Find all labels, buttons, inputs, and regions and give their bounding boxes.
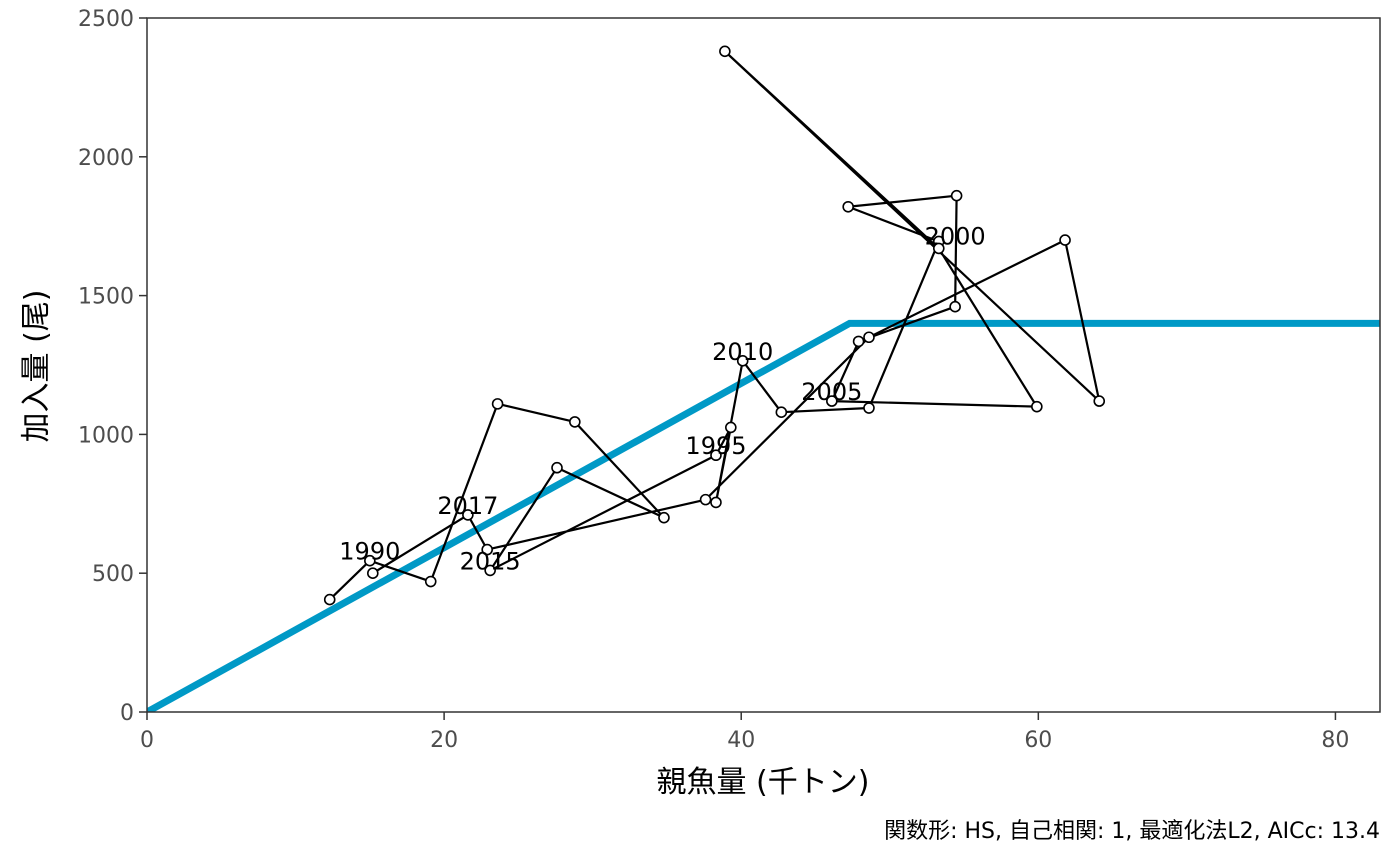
year-label: 2005	[801, 378, 862, 406]
data-point	[1059, 234, 1071, 246]
y-tick-label: 1000	[78, 423, 134, 448]
x-tick-label: 0	[140, 728, 154, 753]
data-point	[1031, 400, 1043, 413]
data-point	[367, 567, 379, 580]
x-tick-label: 20	[430, 728, 458, 753]
year-label: 2010	[712, 338, 773, 366]
year-label: 2017	[437, 492, 498, 520]
data-point	[725, 421, 737, 434]
data-point	[775, 406, 788, 418]
x-tick-label: 40	[727, 728, 755, 753]
fit-line-layer	[147, 319, 1380, 712]
year-label: 1995	[685, 432, 746, 460]
x-axis-title: 親魚量 (千トン)	[657, 765, 870, 800]
x-tick-label: 60	[1024, 728, 1052, 753]
y-tick-label: 2000	[78, 146, 134, 171]
data-point	[1093, 395, 1106, 407]
data-point	[699, 493, 712, 506]
year-label: 2015	[460, 547, 521, 575]
stock-recruitment-chart: 1990 1995 2000 2005 2010 2015 2017 0 20 40 60 80 0 5…	[19, 7, 1381, 844]
data-point	[842, 200, 854, 213]
data-point	[424, 575, 437, 588]
data-point	[863, 402, 875, 414]
data-point	[863, 331, 875, 344]
data-point	[719, 45, 731, 58]
data-point	[658, 511, 670, 524]
x-tick-label: 80	[1321, 728, 1349, 753]
y-tick-label: 0	[120, 701, 134, 726]
data-point	[950, 189, 963, 202]
data-point	[569, 416, 581, 428]
data-point	[710, 496, 722, 509]
y-tick-label: 500	[92, 562, 134, 587]
year-label: 2000	[925, 223, 986, 251]
y-tick-label: 2500	[78, 7, 134, 32]
data-point	[551, 461, 563, 474]
y-axis-title: 加入量 (尾)	[19, 290, 54, 443]
year-label: 1990	[339, 538, 400, 566]
data-point	[949, 300, 961, 313]
hockey-stick-fit-line	[147, 319, 1380, 712]
chart-caption: 関数形: HS, 自己相関: 1, 最適化法L2, AICc: 13.4	[884, 819, 1380, 844]
y-tick-label: 1500	[78, 285, 134, 310]
data-point	[323, 593, 336, 606]
data-point	[852, 335, 865, 348]
data-point	[491, 398, 504, 410]
